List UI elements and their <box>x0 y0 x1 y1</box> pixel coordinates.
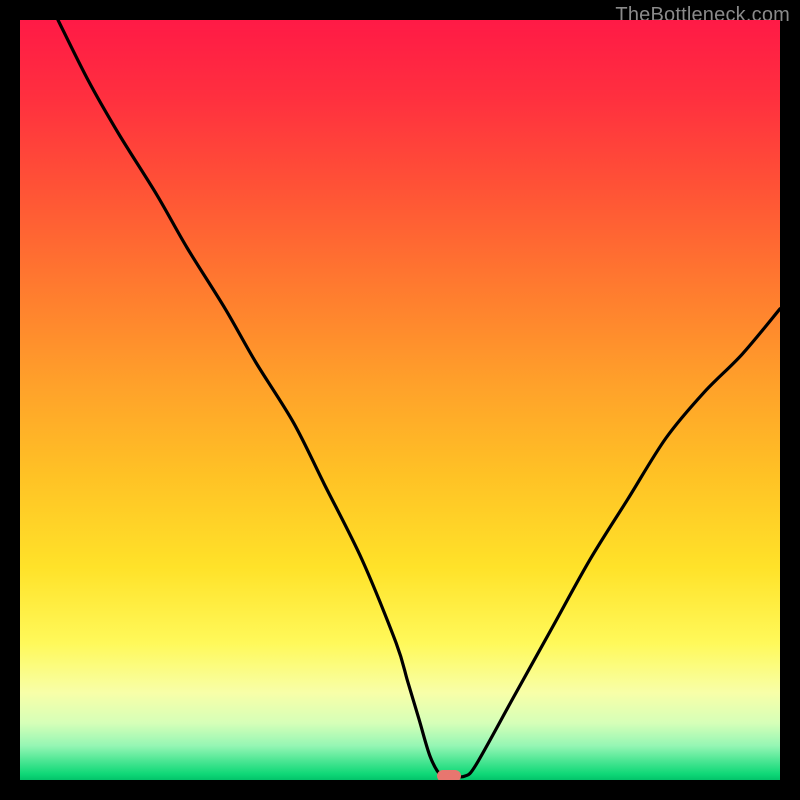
plot-area <box>20 20 780 780</box>
background-gradient <box>20 20 780 780</box>
chart-frame: TheBottleneck.com <box>0 0 800 800</box>
optimal-point-marker <box>437 770 461 780</box>
